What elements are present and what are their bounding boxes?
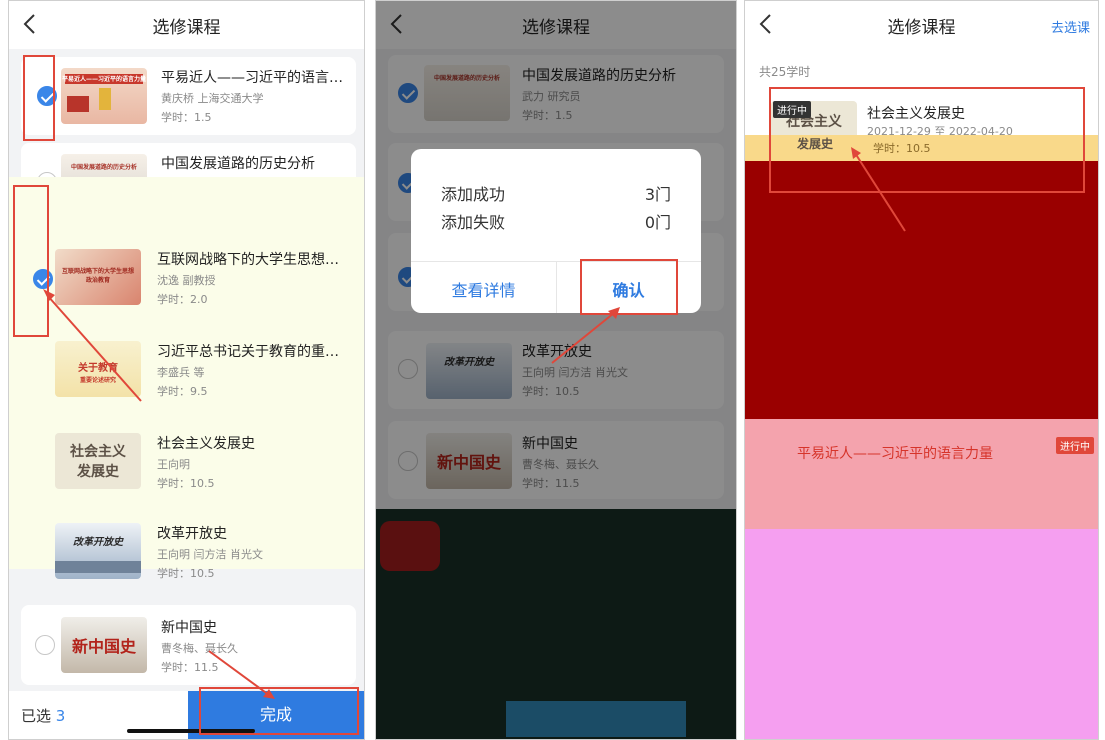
annotation-arrow	[854, 152, 906, 232]
arrow-head	[43, 289, 55, 301]
arrow-head	[851, 147, 861, 159]
annotation-arrows	[851, 147, 906, 232]
my-courses-screen: 选修课程 去选课 共25学时 社会主义 进行中 社会主义发展史 2021-12-…	[744, 0, 1099, 740]
annotation-arrow	[208, 650, 270, 696]
course-select-dialog-screen: 选修课程 中国发展道路的历史分析 中国发展道路的历史分析 武力 研究员 学时：1…	[375, 0, 737, 740]
annotation-arrows	[551, 307, 620, 364]
annotation-arrow	[551, 312, 615, 364]
annotation-arrow	[46, 294, 142, 402]
arrow-head	[263, 689, 275, 699]
course-select-screen: 选修课程 平易近人——习近平的语言力量 平易近人——习近平的语言力量 黄庆桥 上…	[8, 0, 365, 740]
annotation-arrows	[43, 289, 275, 699]
